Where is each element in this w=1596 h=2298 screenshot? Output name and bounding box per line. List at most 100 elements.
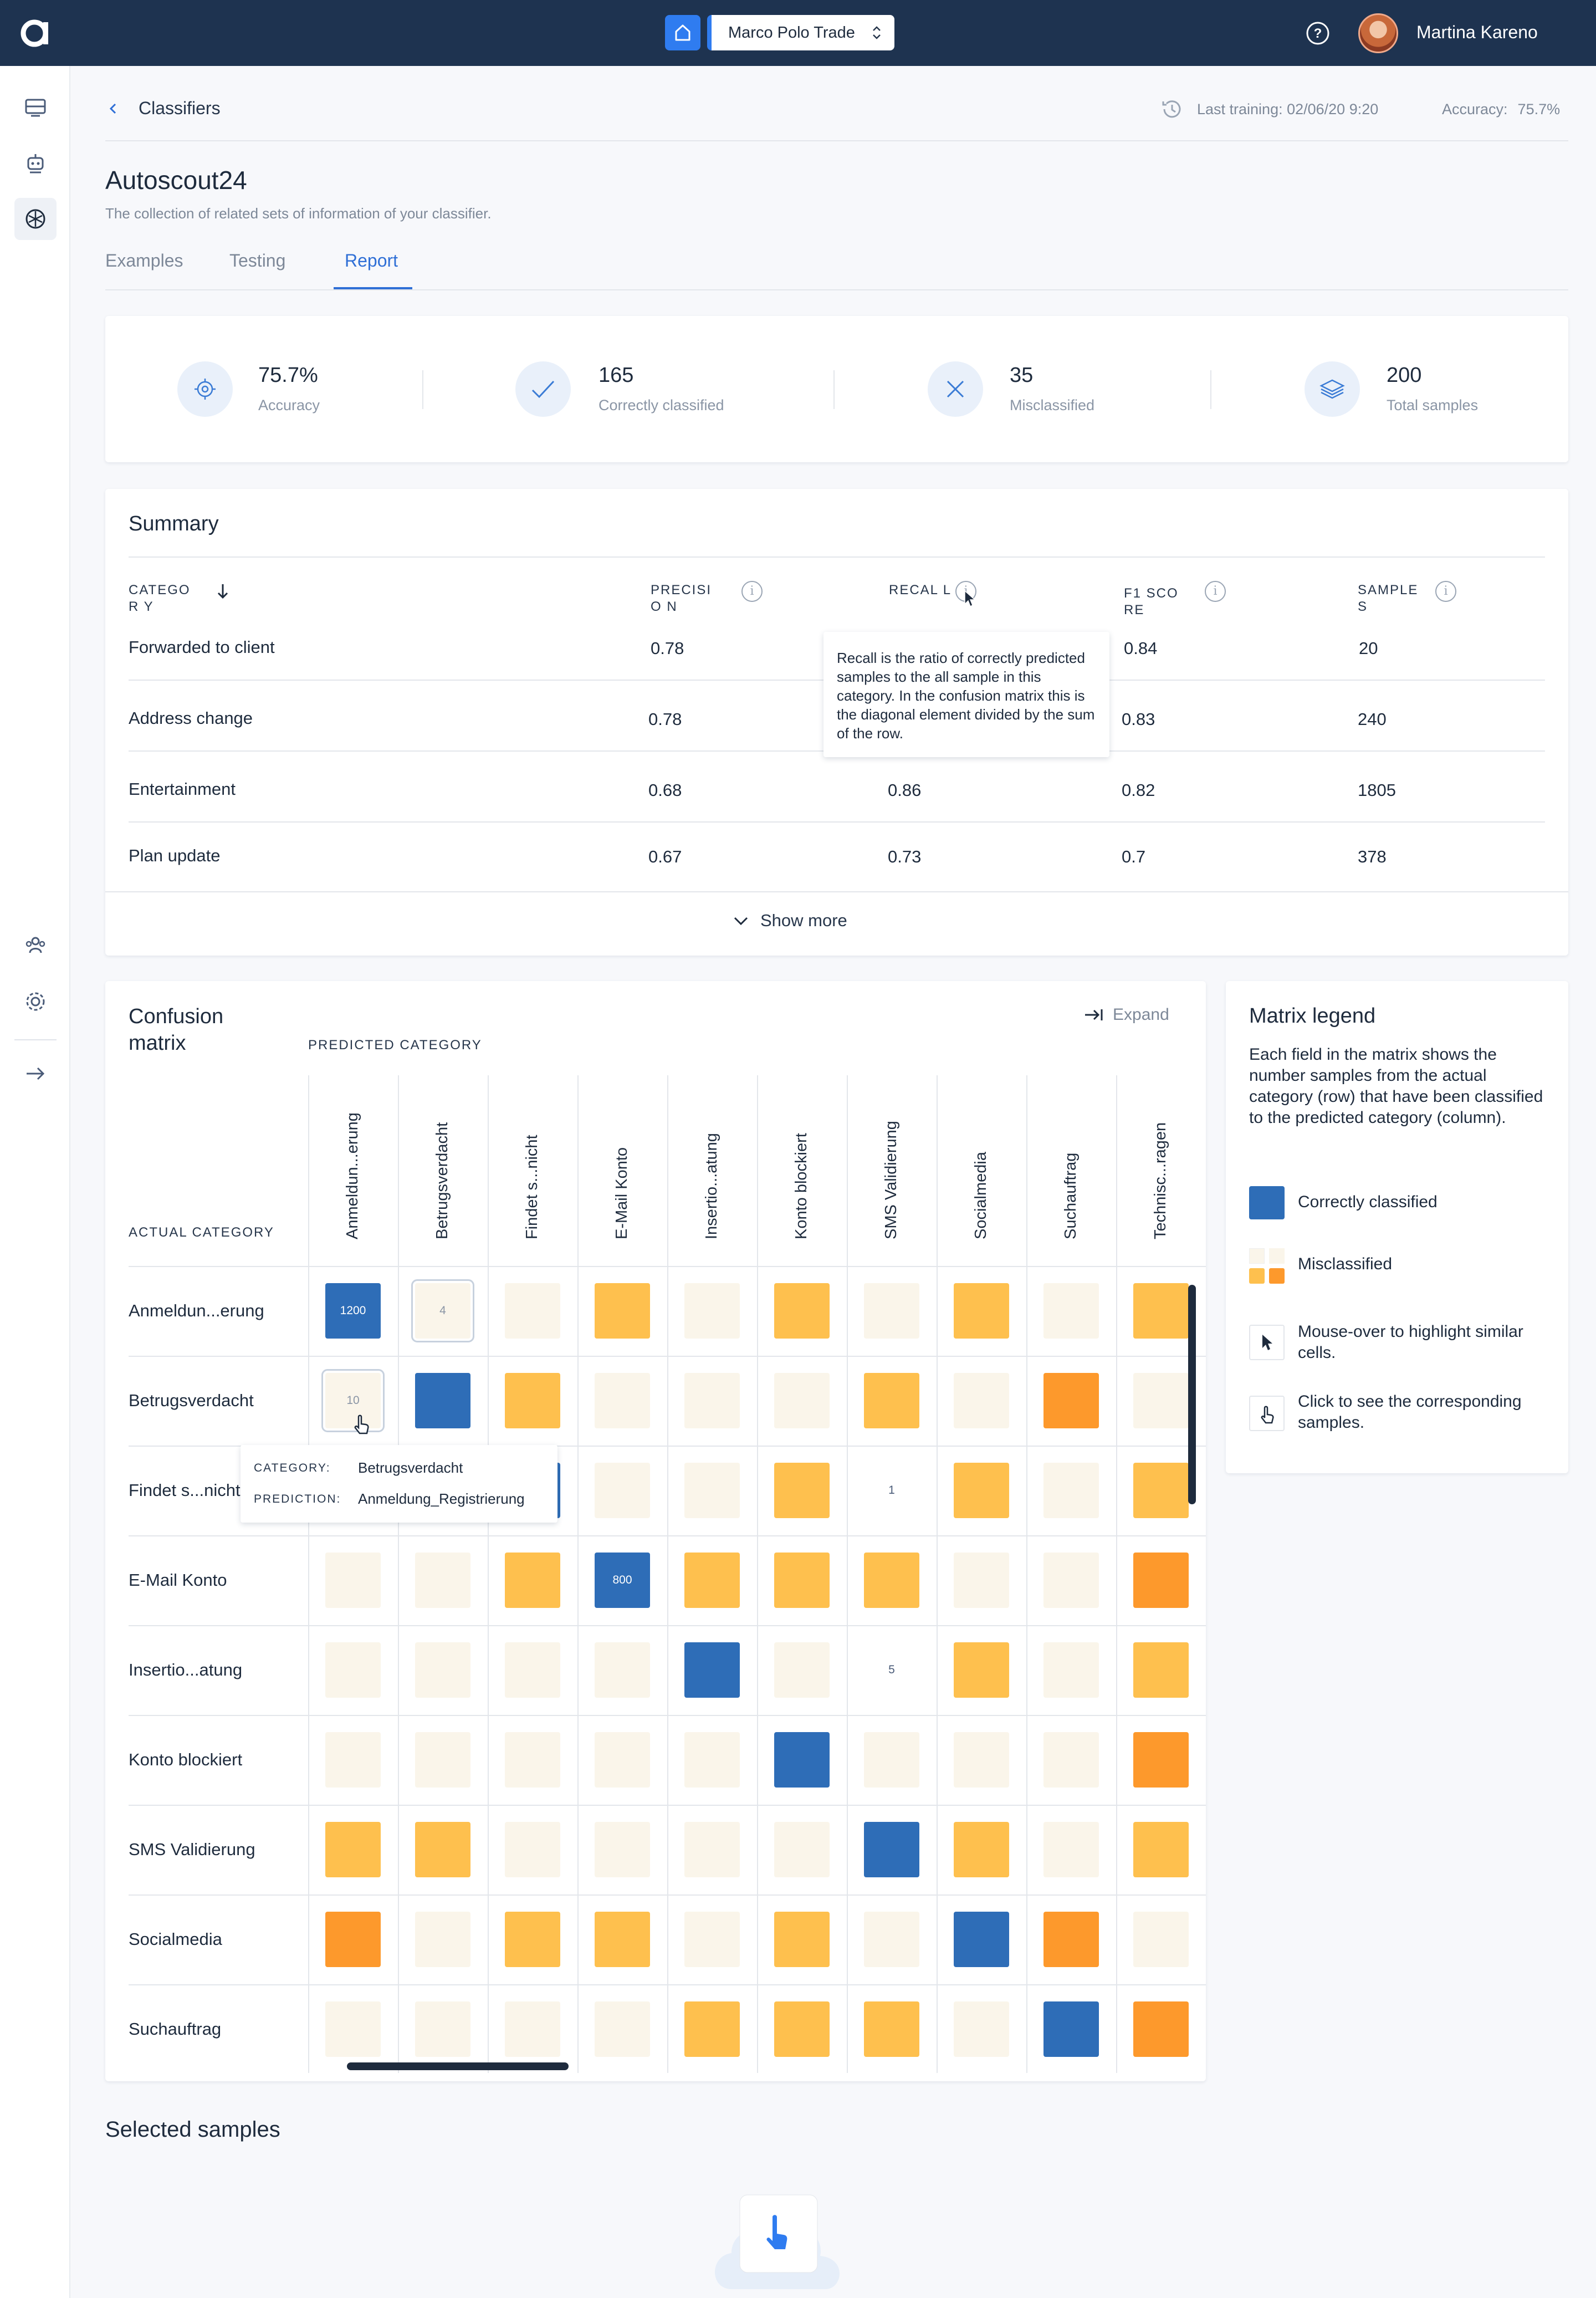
home-button[interactable] <box>665 15 700 50</box>
matrix-cell[interactable] <box>1133 1283 1189 1339</box>
matrix-cell[interactable] <box>505 1642 560 1698</box>
matrix-cell[interactable] <box>595 1732 650 1788</box>
matrix-cell[interactable] <box>1043 1912 1099 1967</box>
matrix-cell[interactable] <box>1133 1642 1189 1698</box>
matrix-column-label[interactable]: Betrugsverdacht <box>433 1122 452 1239</box>
matrix-cell[interactable] <box>1133 1463 1189 1518</box>
matrix-row-label[interactable]: SMS Validierung <box>129 1840 255 1860</box>
matrix-cell[interactable] <box>1043 1822 1099 1877</box>
matrix-cell[interactable] <box>774 1553 830 1608</box>
matrix-cell[interactable] <box>954 1822 1009 1877</box>
matrix-cell[interactable] <box>505 2001 560 2057</box>
matrix-cell[interactable] <box>1133 1373 1189 1428</box>
sidebar-item-classifiers[interactable] <box>14 198 57 240</box>
matrix-cell[interactable] <box>415 1822 470 1877</box>
matrix-cell[interactable] <box>774 1642 830 1698</box>
matrix-cell[interactable] <box>1043 1463 1099 1518</box>
matrix-cell[interactable] <box>595 1822 650 1877</box>
matrix-cell[interactable] <box>505 1822 560 1877</box>
tab-report[interactable]: Report <box>345 251 398 271</box>
matrix-cell[interactable] <box>954 1553 1009 1608</box>
matrix-cell[interactable] <box>954 1642 1009 1698</box>
matrix-column-label[interactable]: SMS Validierung <box>882 1121 901 1239</box>
breadcrumb[interactable]: Classifiers <box>139 98 221 119</box>
horizontal-scrollbar[interactable] <box>347 2062 569 2070</box>
matrix-cell[interactable] <box>1133 1553 1189 1608</box>
show-more-button[interactable]: Show more <box>732 911 847 931</box>
matrix-cell[interactable]: 1200 <box>325 1283 381 1339</box>
matrix-cell[interactable] <box>954 2001 1009 2057</box>
expand-button[interactable]: Expand <box>1083 1005 1169 1024</box>
matrix-row-label[interactable]: Insertio...atung <box>129 1660 242 1680</box>
sidebar-item-inbox[interactable] <box>14 87 57 129</box>
matrix-column-label[interactable]: Technisc...ragen <box>1152 1122 1170 1239</box>
matrix-cell[interactable] <box>954 1283 1009 1339</box>
matrix-cell[interactable] <box>505 1912 560 1967</box>
sidebar-expand[interactable] <box>14 1053 57 1095</box>
matrix-cell[interactable] <box>415 1732 470 1788</box>
matrix-cell[interactable] <box>954 1912 1009 1967</box>
info-icon[interactable]: i <box>741 581 763 602</box>
matrix-cell[interactable] <box>954 1373 1009 1428</box>
matrix-row-label[interactable]: Suchauftrag <box>129 2019 221 2039</box>
matrix-cell[interactable] <box>774 2001 830 2057</box>
matrix-cell[interactable] <box>684 1912 740 1967</box>
matrix-cell[interactable] <box>864 1283 919 1339</box>
matrix-cell[interactable] <box>595 1912 650 1967</box>
matrix-column-label[interactable]: Findet s...nicht <box>523 1135 541 1239</box>
matrix-cell[interactable] <box>415 1373 470 1428</box>
matrix-cell[interactable] <box>684 1283 740 1339</box>
matrix-cell[interactable] <box>1043 1642 1099 1698</box>
user-name[interactable]: Martina Kareno <box>1416 22 1538 43</box>
matrix-cell[interactable] <box>864 1912 919 1967</box>
matrix-column-label[interactable]: Konto blockiert <box>792 1133 811 1239</box>
matrix-cell[interactable] <box>864 1822 919 1877</box>
matrix-cell[interactable] <box>325 1553 381 1608</box>
matrix-cell[interactable] <box>774 1463 830 1518</box>
matrix-cell[interactable] <box>595 1463 650 1518</box>
matrix-cell[interactable] <box>325 2001 381 2057</box>
matrix-column-label[interactable]: Anmeldun...erung <box>344 1112 362 1239</box>
tab-testing[interactable]: Testing <box>229 251 285 271</box>
matrix-cell[interactable] <box>505 1732 560 1788</box>
matrix-cell[interactable] <box>505 1283 560 1339</box>
info-icon[interactable]: i <box>1435 581 1456 602</box>
matrix-cell[interactable] <box>415 1642 470 1698</box>
info-icon[interactable]: i <box>1205 581 1226 602</box>
matrix-cell[interactable] <box>325 1642 381 1698</box>
sidebar-item-team[interactable] <box>14 924 57 966</box>
matrix-row-label[interactable]: Socialmedia <box>129 1929 222 1949</box>
matrix-cell[interactable] <box>864 1553 919 1608</box>
matrix-column-label[interactable]: Socialmedia <box>972 1152 990 1239</box>
chevron-left-icon[interactable] <box>105 100 121 118</box>
matrix-column-label[interactable]: Suchauftrag <box>1062 1153 1080 1239</box>
column-header-category[interactable]: CATEGOR Y <box>129 582 195 615</box>
matrix-row-label[interactable]: Konto blockiert <box>129 1750 242 1770</box>
matrix-column-label[interactable]: E-Mail Konto <box>613 1147 631 1239</box>
matrix-cell[interactable] <box>774 1732 830 1788</box>
app-logo-icon[interactable] <box>19 16 53 50</box>
matrix-column-label[interactable]: Insertio...atung <box>703 1133 721 1239</box>
matrix-cell[interactable] <box>1043 1553 1099 1608</box>
matrix-cell[interactable] <box>1133 1732 1189 1788</box>
matrix-cell[interactable] <box>415 1912 470 1967</box>
matrix-cell[interactable] <box>684 1732 740 1788</box>
matrix-cell[interactable] <box>684 2001 740 2057</box>
matrix-cell[interactable] <box>595 2001 650 2057</box>
tab-examples[interactable]: Examples <box>105 251 183 271</box>
matrix-cell[interactable] <box>595 1283 650 1339</box>
matrix-cell[interactable] <box>415 1553 470 1608</box>
matrix-cell[interactable] <box>595 1373 650 1428</box>
matrix-cell[interactable] <box>1133 1912 1189 1967</box>
matrix-cell[interactable] <box>864 2001 919 2057</box>
matrix-cell[interactable] <box>1133 2001 1189 2057</box>
organization-select[interactable]: Marco Polo Trade <box>707 15 894 50</box>
matrix-cell[interactable] <box>864 1373 919 1428</box>
matrix-cell[interactable] <box>684 1553 740 1608</box>
matrix-cell[interactable]: 800 <box>595 1553 650 1608</box>
sort-arrow-down-icon[interactable] <box>215 582 231 601</box>
matrix-cell[interactable] <box>1043 1373 1099 1428</box>
matrix-cell[interactable] <box>684 1373 740 1428</box>
matrix-cell[interactable] <box>774 1373 830 1428</box>
matrix-cell[interactable] <box>595 1642 650 1698</box>
